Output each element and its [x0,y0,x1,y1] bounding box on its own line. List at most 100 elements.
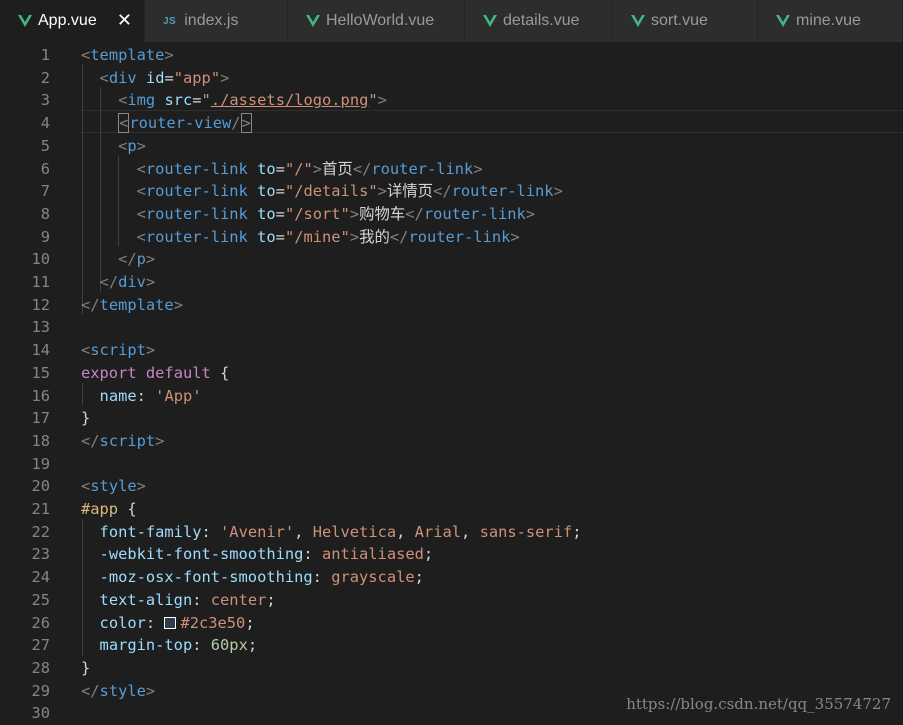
token-prop: -moz-osx-font-smoothing [99,568,313,587]
line-number: 1 [40,46,50,64]
token-tag: div [108,68,137,87]
token-br: > [145,341,156,360]
code-line: 7 <router-link to="/details">详情页</router… [0,180,903,203]
token-sel: #app [81,500,119,518]
token-str: "app" [173,68,221,87]
token-br: > [145,273,156,291]
token-br: / [231,114,241,133]
tab-index-js[interactable]: JS index.js [145,0,288,42]
token-str: " [368,91,378,110]
token-text: { [210,363,230,382]
token-br: > [155,431,165,450]
token-text: = [275,159,285,178]
token-tag: router-link [145,227,248,246]
token-text: = [164,68,174,87]
token-tag: router-link [145,182,248,201]
token-br: </ [118,250,137,269]
line-number: 16 [31,386,50,405]
token-tag: router-link [145,159,248,178]
token-br: > [173,295,183,314]
line-number: 23 [31,545,50,564]
token-text: : [312,568,332,587]
token-br: > [164,46,174,64]
token-br: > [510,227,520,246]
code-line: 21 #app { [0,498,903,521]
line-number: 4 [40,114,50,133]
token-br: > [136,136,146,155]
code-line: 17} [0,407,903,430]
token-br: > [220,68,230,87]
code-text: <router-link to="/">首页</router-link> [81,158,483,181]
code-text: color: #2c3e50; [81,612,255,635]
line-number: 25 [31,590,50,609]
token-tag: router-link [423,204,526,223]
tab-sort-vue[interactable]: sort.vue [613,0,758,42]
token-prop: margin-top [99,636,193,655]
code-line: 24 -moz-osx-font-smoothing: grayscale; [0,566,903,589]
token-br: </ [81,295,100,314]
token-text: ; [414,568,424,587]
token-str: "/details" [284,182,378,201]
vue-icon [631,15,645,27]
token-tag: img [127,91,156,110]
token-val: center [210,590,267,609]
token-br: > [349,227,360,246]
code-text: </div> [81,271,156,294]
token-val: sans-serif [479,522,573,541]
tab-app-vue[interactable]: App.vue ✕ [0,0,145,42]
token-attr: to [257,204,276,223]
code-line: 9 <router-link to="/mine">我的</router-lin… [0,226,903,249]
line-number: 3 [40,91,50,110]
line-number: 24 [31,568,50,587]
token-text: : [136,386,156,405]
token-tag: router-link [371,159,474,178]
token-prop: font-family [99,522,202,541]
tab-mine-vue[interactable]: mine.vue [758,0,903,42]
line-number: 11 [31,273,50,291]
token-attr: to [257,182,276,201]
token-br: </ [81,681,100,700]
token-br: < [118,91,128,110]
line-number: 5 [40,136,50,155]
token-tag: script [90,341,146,360]
tab-helloworld-vue[interactable]: HelloWorld.vue [288,0,465,42]
editor-tab-bar: App.vue ✕ JS index.js HelloWorld.vue details.… [0,0,903,42]
tab-details-vue[interactable]: details.vue [465,0,613,42]
code-line: 27 margin-top: 60px; [0,634,903,657]
code-text: name: 'App' [81,385,202,408]
token-prop: text-align [99,590,193,609]
token-tag: script [99,431,156,450]
line-number: 22 [31,522,50,541]
token-prop: name [99,386,137,405]
token-br: </ [99,273,119,291]
code-text: </p> [81,248,155,271]
tab-label: App.vue [38,12,97,29]
token-tag: p [136,250,146,269]
token-tag: style [99,681,146,700]
token-num: 60px [210,636,248,655]
token-attr: to [257,227,276,246]
token-str: "/" [284,159,313,178]
line-number: 21 [31,500,50,518]
token-br: < [81,46,91,64]
code-text: -moz-osx-font-smoothing: grayscale; [81,566,424,589]
code-text: <script> [81,339,155,362]
token-text: = [275,182,285,201]
code-line: 20 <style> [0,475,903,498]
token-tag: router-view [129,114,232,133]
line-number: 29 [31,681,50,700]
code-text: } [81,657,90,680]
color-swatch[interactable] [164,616,177,629]
token-br: < [136,204,146,223]
close-icon[interactable]: ✕ [117,11,132,31]
token-br: </ [352,159,372,178]
token-text: ; [245,613,255,632]
token-br: < [136,159,146,178]
code-text: <style> [81,475,146,498]
code-editor[interactable]: 1 <template> 2 <div id="app"> 3 <img src=".… [0,42,903,725]
